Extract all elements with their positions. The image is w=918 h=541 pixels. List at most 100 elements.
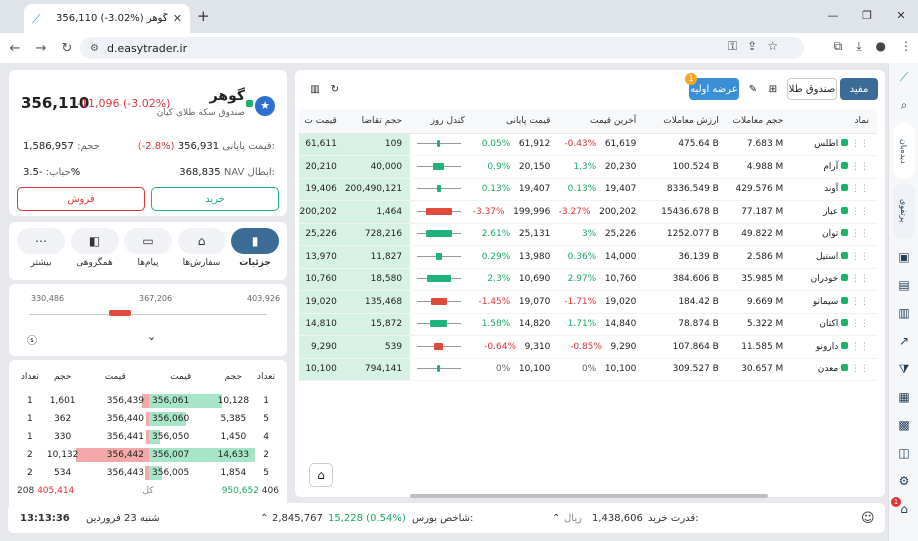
share-icon[interactable]: ⇪ [747,39,757,54]
site-info-icon[interactable]: ⚙ [90,43,99,54]
column-header[interactable]: نماد [791,109,877,134]
refresh-icon[interactable]: ↻ [325,78,345,100]
wallet-icon[interactable]: ▤ [889,271,918,299]
orderbook-row[interactable]: 2 10,132 356,442 356,007 14,633 2 [9,446,287,464]
panel-tab-group[interactable]: ◧ همگروهی [70,228,119,268]
forward-icon[interactable]: → [30,41,52,56]
reload-icon[interactable]: ↻ [56,41,78,56]
settings-icon[interactable]: ⚙ [889,467,918,495]
drag-handle-icon[interactable]: ⋮⋮ [851,139,869,149]
browser-tab[interactable]: ⟋ 356,110 (-3.02%) گوهر ✕ [24,4,190,33]
symbol-cell[interactable]: خودران ⋮⋮ [791,268,877,291]
star-icon[interactable]: ☆ [767,39,778,54]
status-dot [841,184,849,192]
extensions-icon[interactable]: ⧉ [834,39,843,54]
drag-handle-icon[interactable]: ⋮⋮ [851,162,869,172]
symbol-cell[interactable]: سیمانو ⋮⋮ [791,290,877,314]
book-icon[interactable]: ▦ [889,383,918,411]
chat-icon[interactable]: ◫ [889,439,918,467]
buy-button[interactable]: خرید [151,187,279,211]
column-header[interactable]: قیمت ت [299,109,345,134]
table-row[interactable]: 9,290 539 -0.64% 9,310 -0.85% 9,290 107.864 … [299,335,877,359]
table-row[interactable]: 61,611 109 0.05% 61,912 -0.43% 61,619 475.64… [299,133,877,156]
tab-gold-fund[interactable]: صندوق طلا [787,78,837,100]
symbol-cell[interactable]: اکتان ⋮⋮ [791,313,877,336]
drag-handle-icon[interactable]: ⋮⋮ [851,342,869,352]
orderbook-row[interactable]: 1 330 356,441 356,050 1,450 4 [9,428,287,446]
column-header[interactable]: حجم تقاضا [344,109,411,134]
drag-handle-icon[interactable]: ⋮⋮ [851,229,869,239]
orderbook-row[interactable]: 1 1,601 356,439 356,061 10,128 1 [9,392,287,410]
menu-icon[interactable]: ⋮ [900,39,912,54]
columns-icon[interactable]: ▥ [305,78,325,100]
user-icon[interactable]: ☺ [861,511,875,526]
symbol-cell[interactable]: اطلس ⋮⋮ [791,133,877,156]
column-header[interactable]: کندل روز [410,109,473,134]
column-header[interactable]: قیمت پایانی [472,109,559,134]
orderbook-row[interactable]: 1 362 356,440 356,060 5,385 5 [9,410,287,428]
power-value: 1,438,606 [592,512,643,524]
close-window-icon[interactable]: ✕ [884,0,918,30]
column-header[interactable]: آخرین قیمت [558,109,645,134]
table-row[interactable]: 25,226 728,216 2.61% 25,131 3% 25,226 1252.0… [299,223,877,246]
drag-handle-icon[interactable]: ⋮⋮ [851,319,869,329]
profile-icon[interactable]: ● [876,39,886,54]
table-row[interactable]: 14,810 15,872 1.58% 14,820 1.71% 14,840 78.8… [299,313,877,336]
table-row[interactable]: 10,100 794,141 0% 10,100 0% 10,100 309.527 B… [299,358,877,381]
edit-icon[interactable]: ✎ [743,78,763,100]
maximize-icon[interactable]: ❐ [850,0,884,30]
address-bar[interactable]: ⚙ d.easytrader.ir [80,37,804,59]
search-icon[interactable]: ⌕ [889,91,918,119]
new-tab-icon[interactable]: + [197,7,210,25]
table-row[interactable]: 13,970 11,827 0.29% 13,980 0.36% 14,000 36.1… [299,245,877,269]
table-row[interactable]: 10,760 18,580 2.3% 10,690 2.97% 10,760 384.6… [299,268,877,291]
symbol-cell[interactable]: آوند ⋮⋮ [791,178,877,201]
panel-tab-basket[interactable]: ⌂ سفارش‌ها [177,228,226,268]
panel-tab-more[interactable]: ⋯ بیشتر [17,228,65,268]
drag-handle-icon[interactable]: ⋮⋮ [851,184,869,194]
symbol-cell[interactable]: استیل ⋮⋮ [791,245,877,269]
table-row[interactable]: 19,406 200,490,121 0.13% 19,407 0.13% 19,40… [299,178,877,201]
info-icon[interactable]: ⓢ [27,332,37,347]
rail-tab-portfolio[interactable]: پرتفوی [892,183,915,239]
column-header[interactable]: ارزش معاملات [644,109,727,134]
panel-tab-message[interactable]: ▭ پیام‌ها [124,228,172,268]
add-list-icon[interactable]: ⊞ [763,78,783,100]
home-icon[interactable]: ⌂ [309,463,333,487]
demand-price-cell: 61,611 [299,133,345,156]
notification-icon[interactable]: ⌂ 1 [889,495,918,523]
horizontal-scrollbar[interactable] [410,494,768,498]
close-tab-icon[interactable]: ✕ [173,12,182,25]
table-row[interactable]: 20,210 40,000 0.9% 20,150 1.3% 20,230 100.52… [299,155,877,179]
close-price: 9,310 [524,341,551,352]
download-icon[interactable]: ⤓ [856,39,861,54]
drag-handle-icon[interactable]: ⋮⋮ [851,364,869,374]
key-icon[interactable]: ⚿ [728,39,737,54]
grid-icon[interactable]: ▩ [889,411,918,439]
orderbook-row[interactable]: 2 534 356,443 356,005 1,854 5 [9,464,287,482]
symbol-cell[interactable]: توان ⋮⋮ [791,223,877,246]
table-row[interactable]: 200,202 1,464 -3.37% 199,996 -3.27% 200,202… [299,200,877,224]
symbol-cell[interactable]: عیار ⋮⋮ [791,200,877,224]
symbol-cell[interactable]: معدن ⋮⋮ [791,358,877,381]
sell-button[interactable]: فروش [17,187,145,211]
doc-icon[interactable]: ▥ [889,299,918,327]
trend-icon[interactable]: ↗ [889,327,918,355]
drag-handle-icon[interactable]: ⋮⋮ [851,274,869,284]
symbol-cell[interactable]: دارونو ⋮⋮ [791,335,877,359]
drag-handle-icon[interactable]: ⋮⋮ [851,297,869,307]
table-row[interactable]: 19,020 135,468 -1.45% 19,070 -1.71% 19,020 1… [299,290,877,314]
opt-icon[interactable]: ▣ [889,243,918,271]
column-header[interactable]: حجم معاملات [726,109,792,134]
panel-tab-chart[interactable]: ▮ جزئیات [231,228,279,268]
drag-handle-icon[interactable]: ⋮⋮ [851,252,869,262]
filter-icon[interactable]: ⧩ [889,355,918,383]
range-mid: 367,206 [139,294,173,303]
symbol-cell[interactable]: آرام ⋮⋮ [791,155,877,179]
rail-tab-watchlist[interactable]: دیده‌بان [892,123,915,179]
back-icon[interactable]: ← [4,41,26,56]
tab-mofid[interactable]: مفید [840,78,878,100]
drag-handle-icon[interactable]: ⋮⋮ [851,207,869,217]
minimize-icon[interactable]: — [816,0,850,30]
chevron-down-icon[interactable]: ⌄ [147,330,156,343]
